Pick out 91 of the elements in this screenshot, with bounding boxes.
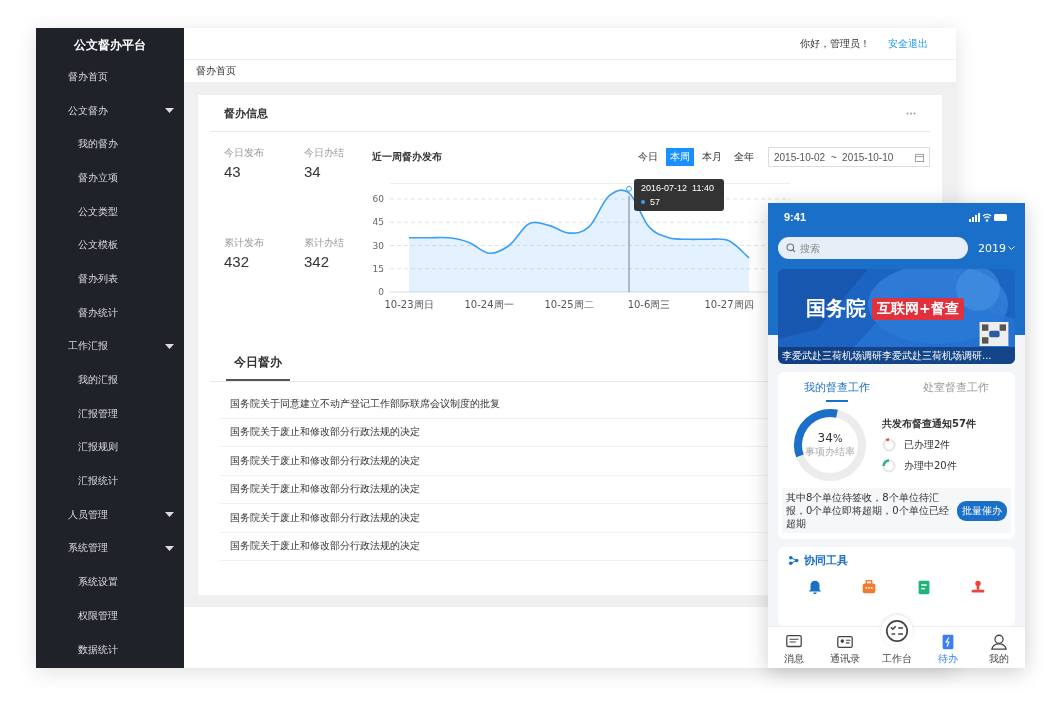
sidebar-subitem[interactable]: 汇报规则 [36,430,184,465]
axis-tick-label: 15 [372,263,384,274]
axis-tick-label: 45 [372,217,384,228]
card-title: 督办信息 [224,105,268,121]
axis-label: 10-24周一 [464,299,514,310]
rate-value: 34% [817,431,843,445]
sidebar-item[interactable]: 工作汇报 [36,329,184,364]
nav-tab[interactable]: 我的 [973,626,1025,668]
document-title[interactable]: 国务院关于废止和修改部分行政法规的决定 [230,453,420,468]
axis-label: 10-27周四 [704,299,754,310]
rate-label: 事项办结率 [805,445,855,459]
sidebar-subitem[interactable]: 我的督办 [36,127,184,162]
stat-value: 342 [304,253,331,270]
section-title: 协同工具 [804,553,848,568]
sidebar-subitem[interactable]: 汇报管理 [36,396,184,431]
caret-icon [165,108,174,114]
highlight-point [626,185,632,192]
sidebar-subitem[interactable]: 权限管理 [36,599,184,633]
stat-label: 今日发布 [224,146,265,160]
tooltip-value: 57 [650,197,660,207]
total-text: 共发布督查通知57件 [882,417,976,431]
nav-tab[interactable]: 工作台 [870,610,923,668]
axis-tick-label: 30 [372,240,384,251]
axis-label: 10-25周二 [544,299,594,310]
stat-value: 432 [224,253,251,270]
section-tab[interactable]: 今日督办 [226,354,290,381]
banner[interactable]: 国务院 互联网+督查 李爱武赴三荷机场调研李爱武赴三荷机场调研... [778,269,1015,364]
stat-label: 今日办结 [304,146,345,160]
contact-card-icon [836,633,855,651]
axis-label: 10-23周日 [384,299,434,310]
search-field[interactable]: 搜索 [778,237,968,259]
axis-tick-label: 0 [378,287,384,297]
axis-tick-label: 60 [372,194,384,204]
urge-button[interactable]: 批量催办 [957,500,1007,521]
qr-code-icon [979,322,1009,346]
nav-tab[interactable]: 待办 [922,626,974,668]
stat-label: 累计办结 [304,236,345,250]
document-title[interactable]: 国务院关于废止和修改部分行政法规的决定 [230,425,420,440]
app-title: 公文督办平台 [73,37,147,54]
date-range-field[interactable]: 2015-10-02 ~ 2015-10-10 [768,147,930,167]
sidebar-item[interactable]: 系统管理 [36,531,184,566]
chevron-down-icon [1008,245,1015,251]
document-title[interactable]: 国务院关于废止和修改部分行政法规的决定 [230,539,420,554]
tooltip-time: 2016-07-12 11:40 [641,183,715,193]
status-text: 办理中20件 [904,459,957,473]
sidebar-subitem[interactable]: 汇报统计 [36,464,184,498]
sidebar-subitem[interactable]: 数据统计 [36,632,184,667]
sidebar-subitem[interactable]: 公文模板 [36,228,184,263]
axis-label: 10-6周三 [627,299,671,310]
checklist-icon [884,619,909,643]
document-title[interactable]: 国务院关于废止和修改部分行政法规的决定 [230,482,420,497]
share-nodes-icon [788,555,799,566]
document-title[interactable]: 国务院关于废止和修改部分行政法规的决定 [230,510,420,525]
nav-tab[interactable]: 通讯录 [819,626,871,668]
sidebar-subitem[interactable]: 督办统计 [36,295,184,330]
sidebar-subitem[interactable]: 系统设置 [36,565,184,599]
period-tab[interactable]: 今日 [634,148,662,166]
year-selector[interactable]: 2019 [978,241,1015,255]
sidebar-subitem[interactable]: 督办列表 [36,262,184,296]
stat-label: 累计发布 [224,236,265,250]
user-icon [990,633,1009,651]
banner-title: 国务院 [806,295,866,322]
more-icon[interactable] [906,111,916,115]
legend-dot-icon [641,200,645,204]
sidebar-subitem[interactable]: 公文类型 [36,194,184,229]
summary-text: 其中8个单位待签收，8个单位待汇报，0个单位即将超期，0个单位已经超期 [786,491,950,530]
chart-title: 近一周督办发布 [372,150,443,164]
sidebar-subitem[interactable]: 我的汇报 [36,363,184,397]
calendar-icon [915,152,924,162]
sidebar-item[interactable]: 公文督办 [36,93,184,128]
period-tab[interactable]: 全年 [730,148,758,166]
status-time: 9:41 [784,211,807,223]
nav-tab[interactable]: 消息 [768,626,820,668]
greeting-text: 你好，管理员！ [800,36,870,51]
stat-value: 34 [304,163,322,180]
caret-icon [165,512,174,518]
period-tab[interactable]: 本月 [698,148,726,166]
stat-value: 43 [224,163,242,180]
banner-badge: 互联网+督查 [872,297,964,320]
breadcrumb: 督办首页 [195,64,237,78]
sidebar-item[interactable]: 督办首页 [36,60,184,94]
caret-icon [165,545,174,551]
search-icon [786,243,796,253]
status-icons [969,212,1009,222]
work-tab[interactable]: 我的督查工作 [778,372,897,402]
banner-caption: 李爱武赴三荷机场调研李爱武赴三荷机场调研... [778,347,1015,364]
sidebar-item[interactable]: 人员管理 [36,497,184,532]
document-title[interactable]: 国务院关于同意建立不动产登记工作部际联席会议制度的批复 [230,396,500,411]
caret-icon [165,343,174,349]
status-text: 已办理2件 [904,438,951,452]
sidebar-subitem[interactable]: 督办立项 [36,161,184,195]
